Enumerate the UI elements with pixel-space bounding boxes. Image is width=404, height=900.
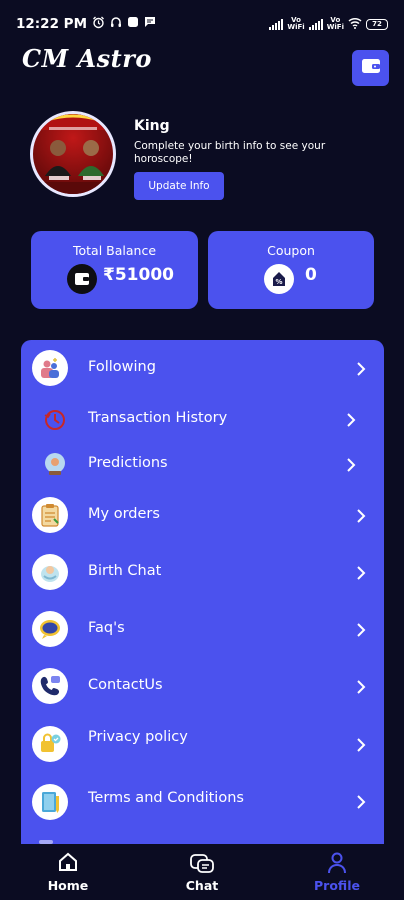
chevron-right-icon (347, 413, 356, 427)
coupon-label: Coupon (267, 243, 315, 258)
menu-item-my-orders[interactable]: My orders (21, 495, 384, 535)
wifi-icon (348, 17, 362, 31)
nav-home[interactable]: Home (28, 844, 108, 900)
menu-item-label: Following (88, 359, 156, 375)
menu-item-birth-chat[interactable]: Birth Chat (21, 552, 384, 592)
menu-item-label: Privacy policy (88, 729, 188, 745)
terms-icon (32, 784, 68, 820)
menu-item-label: My orders (88, 506, 160, 522)
total-balance-card[interactable]: Total Balance ₹51000 (31, 231, 198, 309)
privacy-icon (32, 726, 68, 762)
orders-icon (32, 497, 68, 533)
menu-item-faqs[interactable]: Faq's (21, 609, 384, 649)
update-info-button[interactable]: Update Info (134, 172, 224, 200)
chevron-right-icon (357, 623, 366, 637)
status-bar: 12:22 PM Vo WiFi Vo WiFi 72 (0, 0, 404, 48)
coupon-value: 0 (305, 265, 317, 285)
total-balance-label: Total Balance (72, 243, 157, 258)
wallet-icon (361, 57, 381, 79)
profile-name: King (134, 118, 170, 134)
predictions-icon (42, 451, 68, 477)
total-balance-value: ₹51000 (103, 265, 174, 285)
nav-chat[interactable]: Chat (162, 844, 242, 900)
birth-chat-icon (32, 554, 68, 590)
nav-profile-label: Profile (314, 878, 360, 893)
menu-panel: Following Transaction History Prediction… (21, 340, 384, 860)
chat-icon (190, 854, 214, 873)
alarm-icon (92, 16, 105, 33)
volte-label-2: Vo WiFi (326, 16, 344, 31)
nav-profile[interactable]: Profile (297, 844, 377, 900)
profile-message: Complete your birth info to see your hor… (134, 140, 326, 165)
app-title: CM Astro (22, 44, 152, 73)
avatar[interactable] (30, 111, 116, 197)
chevron-right-icon (357, 680, 366, 694)
menu-item-label: Faq's (88, 620, 125, 636)
app-notification-icon (127, 16, 139, 32)
chevron-right-icon (357, 738, 366, 752)
wallet-button[interactable] (352, 50, 389, 86)
battery-icon: 72 (366, 18, 388, 30)
headphones-icon (110, 16, 122, 32)
contact-icon (32, 668, 68, 704)
coupon-card[interactable]: Coupon % 0 (208, 231, 374, 309)
menu-item-following[interactable]: Following (21, 348, 384, 388)
menu-item-terms-and-conditions[interactable]: Terms and Conditions (21, 782, 384, 822)
menu-item-transaction-history[interactable]: Transaction History (21, 400, 384, 440)
status-time: 12:22 PM (16, 16, 88, 32)
menu-item-label: Predictions (88, 455, 168, 471)
chevron-right-icon (357, 509, 366, 523)
signal-icon (269, 18, 284, 30)
svg-text:%: % (275, 278, 282, 286)
menu-item-label: Terms and Conditions (88, 790, 244, 806)
following-icon (32, 350, 68, 386)
bottom-nav: Home Chat Profile (0, 844, 404, 900)
menu-item-label: Transaction History (88, 410, 228, 426)
signal-icon-2 (308, 18, 323, 30)
wallet-icon (67, 264, 97, 294)
transaction-history-icon (42, 407, 68, 433)
nav-chat-label: Chat (185, 878, 219, 893)
nav-home-label: Home (47, 878, 89, 893)
chevron-right-icon (347, 458, 356, 472)
chevron-right-icon (357, 795, 366, 809)
avatar-image (33, 114, 113, 194)
menu-item-privacy-policy[interactable]: Privacy policy (21, 724, 384, 764)
chevron-right-icon (357, 362, 366, 376)
faq-icon (32, 611, 68, 647)
volte-label: Vo WiFi (287, 16, 305, 31)
chevron-right-icon (357, 566, 366, 580)
menu-item-predictions[interactable]: Predictions (21, 444, 384, 484)
menu-item-label: Birth Chat (88, 563, 162, 579)
menu-item-label: ContactUs (88, 677, 163, 693)
message-icon (144, 16, 156, 32)
menu-item-contact-us[interactable]: ContactUs (21, 666, 384, 706)
coupon-icon: % (264, 264, 294, 294)
profile-icon (328, 852, 346, 874)
home-icon (59, 852, 77, 871)
